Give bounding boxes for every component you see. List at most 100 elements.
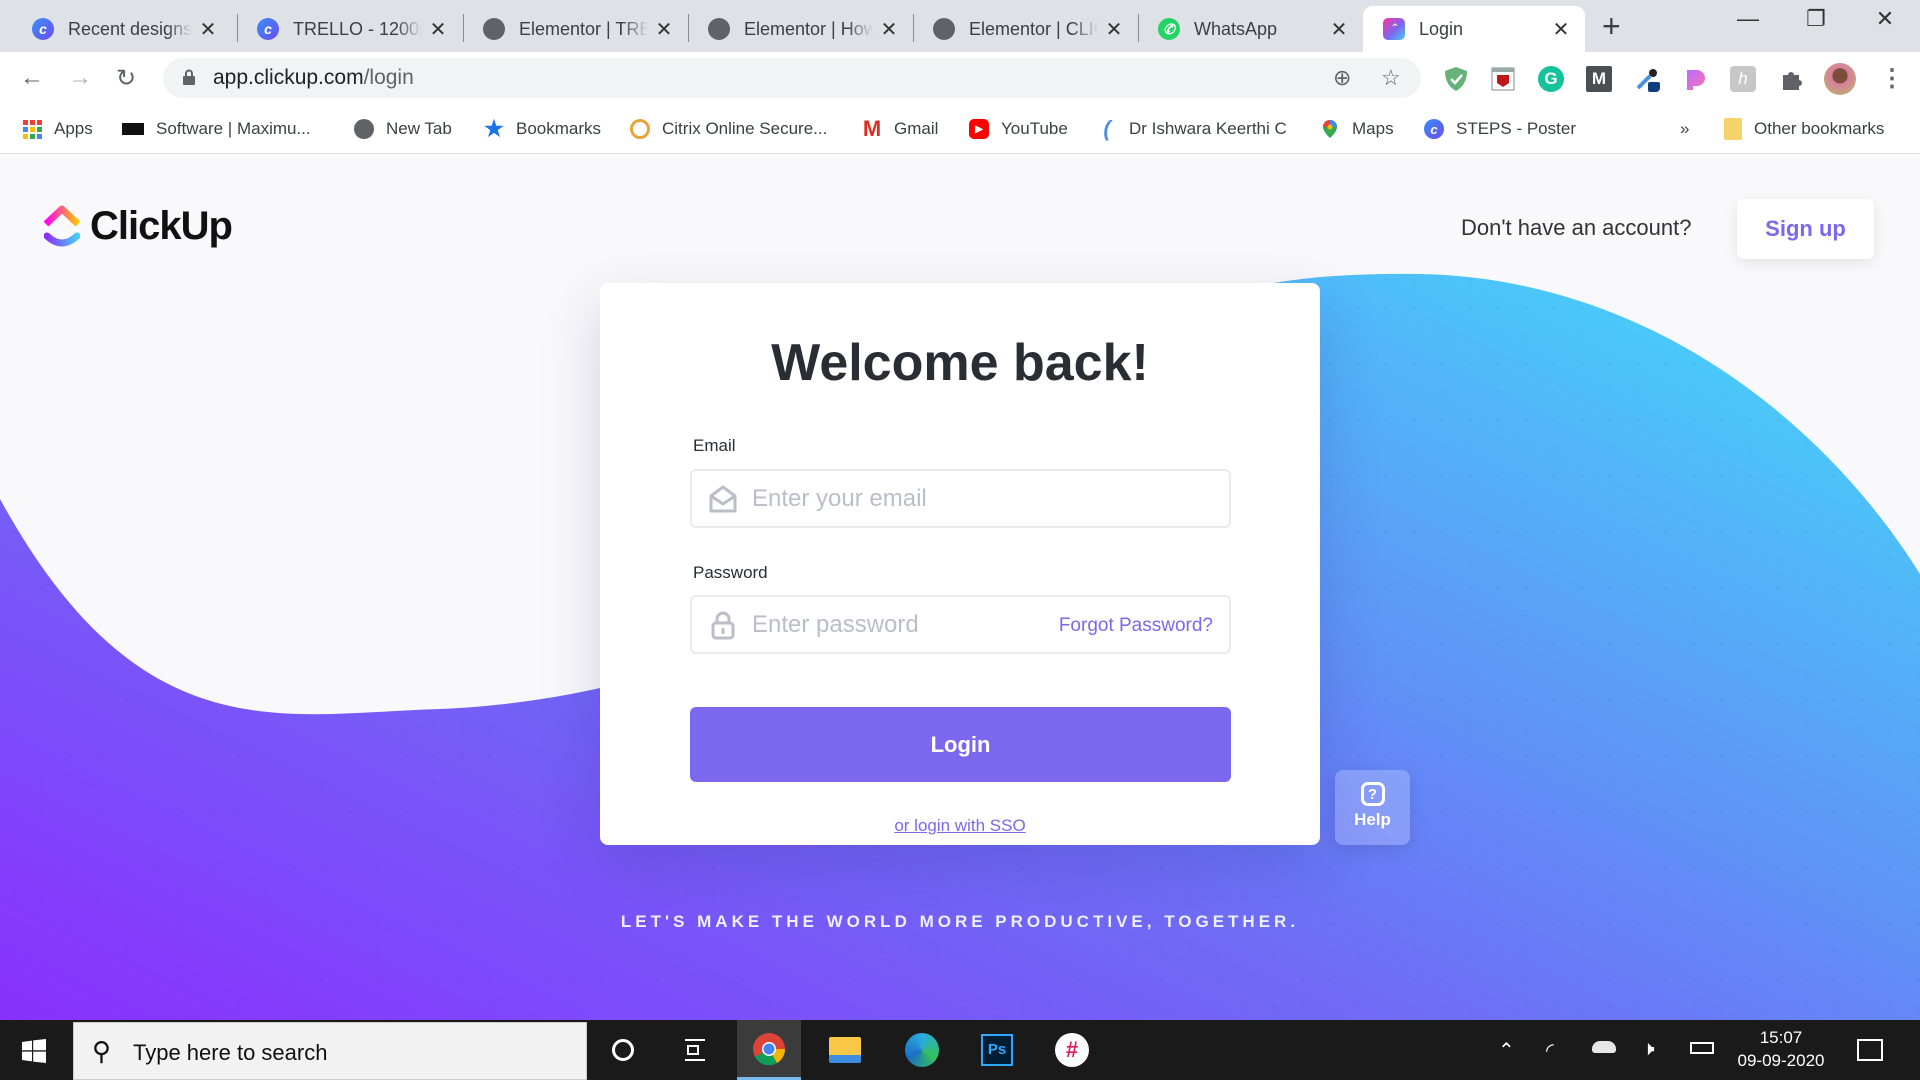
globe-icon bbox=[708, 18, 730, 40]
photoshop-icon[interactable]: Ps bbox=[965, 1020, 1029, 1080]
close-tab-icon[interactable]: ✕ bbox=[428, 17, 448, 42]
close-window-button[interactable]: ✕ bbox=[1865, 6, 1905, 32]
bookmark-steps-poster[interactable]: c STEPS - Poster bbox=[1424, 116, 1576, 142]
bookmark-apps[interactable]: Apps bbox=[22, 116, 93, 142]
bookmarks-overflow-button[interactable]: » bbox=[1680, 116, 1689, 142]
bookmark-label: Dr Ishwara Keerthi C bbox=[1129, 119, 1287, 138]
clock-date: 09-09-2020 bbox=[1737, 1051, 1825, 1070]
eyedropper-extension-icon[interactable] bbox=[1634, 66, 1660, 92]
browser-toolbar: ← → ↻ app.clickup.com/login ⊕ ☆ G M h ⋮ bbox=[0, 52, 1920, 104]
sign-up-button[interactable]: Sign up bbox=[1737, 199, 1874, 259]
battery-icon[interactable] bbox=[1690, 1042, 1714, 1054]
tab-whatsapp[interactable]: ✆ WhatsApp ✕ bbox=[1138, 6, 1363, 52]
close-tab-icon[interactable]: ✕ bbox=[1551, 17, 1571, 42]
bookmark-citrix[interactable]: Citrix Online Secure... bbox=[630, 116, 827, 142]
honey-extension-icon[interactable]: h bbox=[1730, 66, 1756, 92]
close-tab-icon[interactable]: ✕ bbox=[1104, 17, 1124, 42]
tab-elementor-trello[interactable]: Elementor | TRELLO ✕ bbox=[463, 6, 688, 52]
mcafee-extension-icon[interactable] bbox=[1490, 66, 1516, 92]
tab-login[interactable]: ˆ Login ✕ bbox=[1363, 6, 1585, 52]
action-center-icon[interactable] bbox=[1857, 1039, 1883, 1061]
edge-icon[interactable] bbox=[890, 1020, 954, 1080]
tab-elementor-how[interactable]: Elementor | How ✕ bbox=[688, 6, 913, 52]
bookmark-software[interactable]: Software | Maximu... bbox=[122, 116, 311, 142]
file-explorer-icon[interactable] bbox=[813, 1020, 877, 1080]
bookmark-label: Bookmarks bbox=[516, 119, 602, 138]
mailtrack-extension-icon[interactable]: M bbox=[1586, 66, 1612, 92]
help-question-icon: ? bbox=[1360, 782, 1385, 806]
bookmark-maps[interactable]: Maps bbox=[1320, 116, 1394, 142]
bookmark-label: Maps bbox=[1352, 119, 1394, 138]
show-hidden-icons[interactable]: ⌃ bbox=[1498, 1038, 1515, 1063]
system-clock[interactable]: 15:07 09-09-2020 bbox=[1736, 1026, 1826, 1072]
search-placeholder: Type here to search bbox=[133, 1040, 328, 1065]
extensions-puzzle-icon[interactable] bbox=[1778, 66, 1804, 92]
close-tab-icon[interactable]: ✕ bbox=[1329, 17, 1349, 42]
globe-icon bbox=[933, 18, 955, 40]
pastel-extension-icon[interactable] bbox=[1683, 66, 1709, 92]
apps-grid-icon bbox=[23, 120, 42, 139]
sso-login: or login with SSO bbox=[600, 816, 1320, 836]
back-button[interactable]: ← bbox=[20, 64, 44, 92]
maps-icon bbox=[1323, 120, 1337, 138]
profile-avatar[interactable] bbox=[1824, 63, 1856, 95]
email-label: Email bbox=[693, 436, 736, 455]
envelope-icon bbox=[709, 485, 737, 513]
bookmark-new-tab[interactable]: New Tab bbox=[354, 116, 452, 142]
password-input[interactable] bbox=[752, 597, 1082, 652]
grammarly-extension-icon[interactable]: G bbox=[1538, 66, 1564, 92]
bookmark-label: YouTube bbox=[1001, 119, 1068, 138]
reload-button[interactable]: ↻ bbox=[116, 64, 136, 93]
password-field[interactable]: Forgot Password? bbox=[690, 595, 1231, 654]
tab-title: Elementor | CLICKUP bbox=[969, 18, 1098, 39]
canva-icon: c bbox=[32, 18, 54, 40]
adguard-extension-icon[interactable] bbox=[1443, 66, 1469, 92]
onedrive-icon[interactable] bbox=[1592, 1041, 1616, 1053]
windows-start-icon[interactable] bbox=[22, 1039, 46, 1063]
cortana-icon[interactable] bbox=[591, 1020, 655, 1080]
slack-icon[interactable]: # bbox=[1040, 1020, 1104, 1080]
folder-icon bbox=[1724, 118, 1742, 140]
citrix-icon bbox=[630, 119, 650, 139]
email-input[interactable] bbox=[752, 471, 1082, 526]
wifi-icon[interactable]: ◜ bbox=[1546, 1038, 1554, 1063]
browser-menu-icon[interactable]: ⋮ bbox=[1880, 64, 1904, 93]
other-bookmarks[interactable]: Other bookmarks bbox=[1724, 116, 1884, 142]
bookmark-star-icon[interactable]: ☆ bbox=[1381, 65, 1401, 91]
forward-button[interactable]: → bbox=[68, 64, 92, 92]
tab-trello[interactable]: c TRELLO - 1200px ✕ bbox=[237, 6, 462, 52]
canva-icon: c bbox=[1424, 119, 1444, 139]
task-view-icon[interactable] bbox=[663, 1020, 727, 1080]
search-icon: ⚲ bbox=[92, 1036, 112, 1066]
bookmark-label: Apps bbox=[54, 119, 93, 138]
bookmark-gmail[interactable]: M Gmail bbox=[862, 116, 939, 142]
star-icon: ★ bbox=[484, 116, 504, 141]
address-bar[interactable]: app.clickup.com/login ⊕ ☆ bbox=[163, 58, 1421, 98]
close-tab-icon[interactable]: ✕ bbox=[654, 17, 674, 42]
bookmark-youtube[interactable]: ▶ YouTube bbox=[969, 116, 1068, 142]
forgot-password-link[interactable]: Forgot Password? bbox=[1059, 615, 1213, 637]
minimize-button[interactable]: — bbox=[1728, 6, 1768, 32]
login-button[interactable]: Login bbox=[690, 707, 1231, 782]
sso-login-link[interactable]: or login with SSO bbox=[894, 816, 1025, 835]
clock-time: 15:07 bbox=[1759, 1028, 1803, 1047]
clickup-logo[interactable]: ClickUp bbox=[44, 204, 233, 249]
restore-button[interactable]: ❐ bbox=[1796, 6, 1836, 32]
install-app-icon[interactable]: ⊕ bbox=[1333, 65, 1351, 91]
volume-icon[interactable]: 🕨 bbox=[1642, 1038, 1655, 1061]
chrome-icon[interactable] bbox=[737, 1020, 801, 1080]
page-title: Welcome back! bbox=[771, 334, 1149, 392]
tab-recent-designs[interactable]: c Recent designs - ✕ bbox=[12, 6, 232, 52]
close-tab-icon[interactable]: ✕ bbox=[879, 17, 899, 42]
tab-elementor-clickup[interactable]: Elementor | CLICKUP ✕ bbox=[913, 6, 1138, 52]
bookmarks-bar: Apps Software | Maximu... New Tab ★ Book… bbox=[0, 104, 1920, 246]
bookmark-bookmarks[interactable]: ★ Bookmarks bbox=[484, 116, 601, 142]
canva-icon: c bbox=[257, 18, 279, 40]
bookmark-dr-ishwara[interactable]: ( Dr Ishwara Keerthi C bbox=[1097, 116, 1287, 142]
bookmark-label: Citrix Online Secure... bbox=[662, 119, 828, 138]
taskbar-search-box[interactable]: ⚲ Type here to search bbox=[73, 1022, 587, 1080]
help-button[interactable]: ? Help bbox=[1335, 770, 1410, 845]
new-tab-button[interactable]: + bbox=[1602, 8, 1621, 45]
email-field[interactable] bbox=[690, 469, 1231, 528]
close-tab-icon[interactable]: ✕ bbox=[198, 17, 218, 42]
